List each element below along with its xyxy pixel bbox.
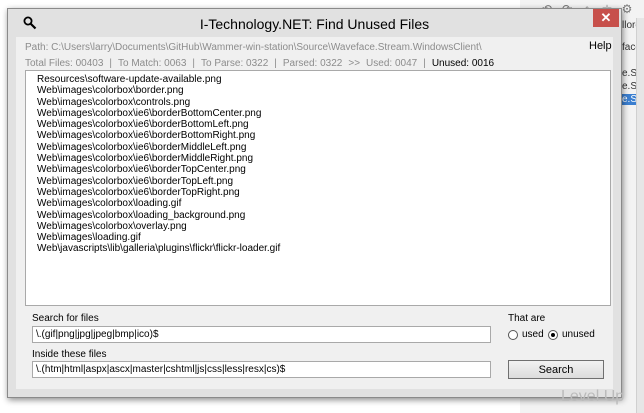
list-item[interactable]: Web\images\colorbox\controls.png [37, 97, 610, 108]
divider: | [274, 58, 277, 69]
list-item[interactable]: Web\images\colorbox\ie6\borderBottomCent… [37, 108, 610, 119]
list-item[interactable]: Resources\software-update-available.png [37, 74, 610, 85]
radio-selected-icon[interactable] [548, 329, 558, 340]
arrow-separator: >> [348, 58, 361, 69]
list-item[interactable]: Web\images\colorbox\overlay.png [37, 221, 610, 232]
unused-count: Unused: 0016 [431, 58, 495, 69]
divider: | [109, 58, 112, 69]
unused-radio[interactable]: unused [548, 329, 595, 340]
background-text: e.S [622, 81, 638, 92]
inside-pattern-input[interactable] [32, 361, 491, 378]
status-stats: Total Files: 00403 | To Match: 0063 | To… [25, 58, 494, 69]
list-item[interactable]: Web\javascripts\lib\galleria\plugins\fli… [37, 243, 610, 254]
list-item[interactable]: Web\images\colorbox\ie6\borderMiddleRigh… [37, 153, 610, 164]
inside-files-label: Inside these files [32, 349, 107, 360]
used-radio[interactable]: used [508, 329, 544, 340]
window-title: I-Technology.NET: Find Unused Files [199, 16, 430, 32]
to-match-count: To Match: 0063 [118, 58, 187, 69]
help-menu[interactable]: Help [589, 40, 612, 52]
divider: | [423, 58, 426, 69]
background-text-selected: e.S [622, 94, 638, 105]
find-unused-files-window: I-Technology.NET: Find Unused Files ✕ Pa… [7, 8, 622, 398]
search-pattern-input[interactable] [32, 326, 491, 343]
divider: | [192, 58, 195, 69]
path-label: Path: C:\Users\larry\Documents\GitHub\Wa… [25, 42, 482, 53]
title-bar[interactable]: I-Technology.NET: Find Unused Files ✕ [8, 9, 621, 37]
background-scrollbar[interactable] [636, 18, 644, 413]
close-button[interactable]: ✕ [593, 9, 619, 27]
list-item[interactable]: Web\images\colorbox\loading.gif [37, 198, 610, 209]
results-list[interactable]: Resources\software-update-available.png … [25, 70, 611, 306]
list-item[interactable]: Web\images\colorbox\ie6\borderBottomLeft… [37, 119, 610, 130]
list-item[interactable]: Web\images\colorbox\ie6\borderMiddleLeft… [37, 142, 610, 153]
watermark-text: Level Up [561, 388, 625, 405]
background-text: e.S [622, 68, 638, 79]
list-item[interactable]: Web\images\colorbox\ie6\borderTopLeft.pn… [37, 176, 610, 187]
settings-gear-icon[interactable]: ⚙ [620, 2, 634, 16]
list-item[interactable]: Web\images\loading.gif [37, 232, 610, 243]
list-item[interactable]: Web\images\colorbox\loading_background.p… [37, 210, 610, 221]
to-parse-count: To Parse: 0322 [200, 58, 269, 69]
used-radio-label: used [522, 329, 544, 340]
radio-circle-icon[interactable] [508, 329, 518, 340]
parsed-count: Parsed: 0322 [282, 58, 343, 69]
list-item[interactable]: Web\images\colorbox\ie6\borderTopCenter.… [37, 164, 610, 175]
used-count: Used: 0047 [366, 58, 418, 69]
list-item[interactable]: Web\images\colorbox\border.png [37, 85, 610, 96]
search-button[interactable]: Search [508, 360, 604, 379]
that-are-label: That are [508, 313, 546, 324]
unused-radio-label: unused [562, 329, 595, 340]
search-for-files-label: Search for files [32, 313, 99, 324]
total-files-count: Total Files: 00403 [25, 58, 104, 69]
list-item[interactable]: Web\images\colorbox\ie6\borderBottomRigh… [37, 130, 610, 141]
list-item[interactable]: Web\images\colorbox\ie6\borderTopRight.p… [37, 187, 610, 198]
